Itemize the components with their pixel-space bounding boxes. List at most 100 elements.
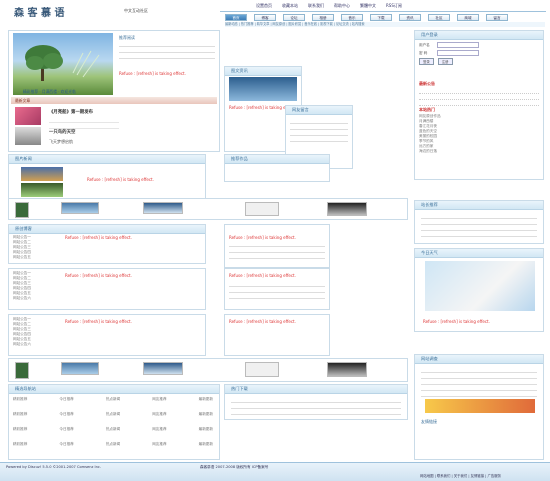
- logo[interactable]: 森 客 慕 语: [14, 4, 64, 19]
- strip2-img-1[interactable]: [15, 362, 29, 379]
- strip2-img-3[interactable]: [143, 362, 183, 375]
- mid-panel-a-lines: [229, 241, 325, 259]
- strip1-img-1[interactable]: [15, 202, 29, 218]
- top-link-home[interactable]: 设置首页: [256, 3, 272, 9]
- mid-float-title: 网友留言: [286, 106, 352, 115]
- article-thumb-2[interactable]: [15, 127, 41, 145]
- friends-cell[interactable]: 网友推荐: [152, 442, 166, 457]
- mid-panel-c: Refuse : [refresh] is taking effect.: [224, 314, 330, 356]
- strip2-img-5[interactable]: [327, 362, 367, 377]
- mid-bottom-panel: 热门下载: [224, 384, 408, 420]
- friends-cell[interactable]: 精彩推荐: [13, 412, 27, 427]
- friends-cell[interactable]: 精彩推荐: [13, 427, 27, 442]
- top-link-contact[interactable]: 联系我们: [308, 3, 324, 9]
- friends-cell[interactable]: 精彩推荐: [13, 397, 27, 412]
- mid-bottom-title: 热门下载: [225, 385, 407, 394]
- news-title: 最新公告: [419, 81, 435, 86]
- left-list-title-1: 原创博客: [9, 225, 205, 234]
- friends-cell[interactable]: 今日推荐: [59, 427, 73, 442]
- mid-news-image[interactable]: [229, 77, 297, 101]
- left-list-2: 网站公告一 网站公告二 网站公告三 网站公告四 网站公告五 网站公告六: [13, 271, 53, 301]
- friends-cell[interactable]: 网友推荐: [152, 397, 166, 412]
- row2-mid-title: 推荐作品: [225, 155, 329, 164]
- login-user-input[interactable]: [437, 42, 479, 48]
- friends-cell[interactable]: 热点新闻: [106, 412, 120, 427]
- top-links: 设置首页 收藏本站 联系我们 帮助中心 繁體中文 RSS订阅: [256, 3, 402, 9]
- footer-panel-title: 友情链接: [421, 419, 437, 424]
- register-button[interactable]: 注册: [437, 58, 453, 65]
- friends-cell[interactable]: 网友推荐: [152, 427, 166, 442]
- friends-cell[interactable]: 热点新闻: [106, 442, 120, 457]
- friends-row: 精彩推荐 今日推荐 热点新闻 网友推荐 最新更新: [13, 442, 213, 457]
- vote-banner[interactable]: [425, 399, 535, 413]
- strip1-img-4[interactable]: [245, 202, 279, 216]
- friends-cell[interactable]: 最新更新: [199, 442, 213, 457]
- strip1-img-2[interactable]: [61, 202, 99, 214]
- login-title: 用户登录: [415, 31, 543, 40]
- hot-item[interactable]: 海边的日落: [419, 149, 539, 154]
- friends-cell[interactable]: 今日推荐: [59, 397, 73, 412]
- friends-cell[interactable]: 最新更新: [199, 412, 213, 427]
- list-item[interactable]: 网站公告六: [13, 342, 53, 347]
- top-link-rss[interactable]: RSS订阅: [386, 3, 402, 9]
- left-list-error-3: Refuse : [refresh] is taking effect.: [65, 319, 132, 324]
- tab-home[interactable]: 首页: [225, 14, 247, 21]
- friends-cell[interactable]: 网友推荐: [152, 412, 166, 427]
- weather-image[interactable]: [425, 261, 535, 311]
- login-pass-input[interactable]: [437, 50, 479, 56]
- mid-panel-b-lines: [229, 281, 325, 299]
- feature-image[interactable]: [13, 33, 113, 95]
- news-lines: [419, 88, 539, 106]
- friends-cell[interactable]: 精彩推荐: [13, 442, 27, 457]
- friends-cell[interactable]: 热点新闻: [106, 427, 120, 442]
- weather-title: 今日天气: [415, 249, 543, 258]
- top-link-help[interactable]: 帮助中心: [334, 3, 350, 9]
- row2-thumb-1[interactable]: [21, 167, 63, 181]
- mid-panel-b: Refuse : [refresh] is taking effect.: [224, 268, 330, 310]
- article-title-1[interactable]: 《月亮船》第一期发布: [49, 109, 93, 115]
- feature-caption: 精彩推荐 · 月满西楼 · 欢迎光临: [23, 89, 76, 94]
- friends-cell[interactable]: 热点新闻: [106, 397, 120, 412]
- mid-panel-a-error: Refuse : [refresh] is taking effect.: [229, 235, 296, 240]
- row2-thumb-2[interactable]: [21, 183, 63, 197]
- friends-row: 精彩推荐 今日推荐 热点新闻 网友推荐 最新更新: [13, 412, 213, 427]
- tab-album[interactable]: 相册: [312, 14, 334, 21]
- list-item[interactable]: 网站公告六: [13, 296, 53, 301]
- friends-cell[interactable]: 最新更新: [199, 397, 213, 412]
- tab-guestbook[interactable]: 留言: [486, 14, 508, 21]
- footer-powered: Powered by Discuz! 5.5.0 ©2001-2007 Coms…: [6, 465, 101, 469]
- mid-news-title: 图文资讯: [225, 67, 301, 76]
- tab-blog[interactable]: 博客: [254, 14, 276, 21]
- article-title-3[interactable]: 飞天梦想启航: [49, 139, 73, 145]
- footer-right-links[interactable]: 网站地图 | 联系我们 | 关于我们 | 友情链接 | 广告服务: [420, 473, 501, 478]
- list-item[interactable]: 网站公告五: [13, 255, 53, 260]
- friends-cell[interactable]: 今日推荐: [59, 442, 73, 457]
- friends-title: 精选导航站: [9, 385, 219, 394]
- sub-nav[interactable]: 最新动态 | 热门推荐 | 精华文章 | 网友原创 | 图片欣赏 | 音乐在线 …: [225, 22, 545, 27]
- right-weather-panel: 今日天气 Refuse : [refresh] is taking effect…: [414, 248, 544, 332]
- strip2-img-4[interactable]: [245, 362, 279, 377]
- row2-mid-panel: 推荐作品: [224, 154, 330, 182]
- top-link-favorite[interactable]: 收藏本站: [282, 3, 298, 9]
- friends-cell[interactable]: 最新更新: [199, 427, 213, 442]
- mid-panel-a: Refuse : [refresh] is taking effect.: [224, 224, 330, 268]
- friends-cell[interactable]: 今日推荐: [59, 412, 73, 427]
- tab-shop[interactable]: 商城: [457, 14, 479, 21]
- strip1-img-5[interactable]: [327, 202, 367, 216]
- article-title-2[interactable]: 一只鸟的天空: [49, 129, 75, 135]
- links-lines: [421, 213, 537, 237]
- strip2-img-2[interactable]: [61, 362, 99, 375]
- left-list-panel-2: Refuse : [refresh] is taking effect. 网站公…: [8, 268, 206, 310]
- top-link-traditional[interactable]: 繁體中文: [360, 3, 376, 9]
- image-strip-1: [8, 198, 408, 220]
- login-button[interactable]: 登录: [419, 58, 434, 65]
- footer-center: 森客慕语 2007-2008 版权所有 ICP备案号: [200, 465, 269, 469]
- tab-forum[interactable]: 论坛: [283, 14, 305, 21]
- tab-community[interactable]: 社区: [428, 14, 450, 21]
- tab-news[interactable]: 资讯: [399, 14, 421, 21]
- article-thumb-1[interactable]: [15, 107, 41, 125]
- tab-download[interactable]: 下载: [370, 14, 392, 21]
- strip1-img-3[interactable]: [143, 202, 183, 214]
- row2-left-panel: 图片新闻 Refuse : [refresh] is taking effect…: [8, 154, 206, 200]
- tab-music[interactable]: 音乐: [341, 14, 363, 21]
